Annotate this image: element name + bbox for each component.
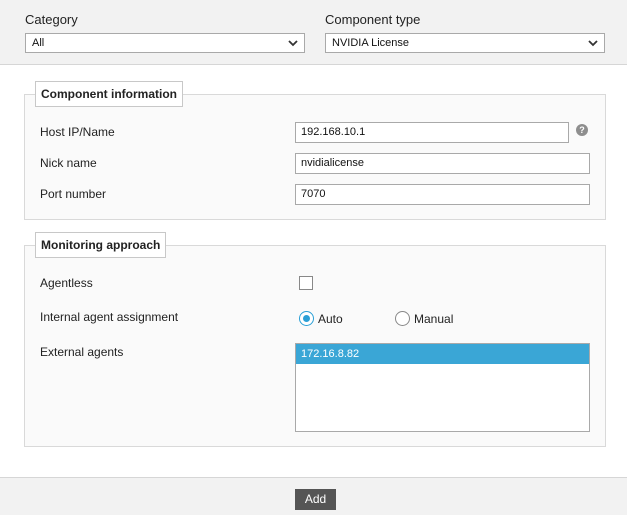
host-label: Host IP/Name <box>40 125 115 139</box>
chevron-down-icon <box>588 40 598 47</box>
category-label: Category <box>25 12 78 27</box>
component-type-value: NVIDIA License <box>332 37 410 49</box>
nick-name-input[interactable]: nvidialicense <box>295 153 590 174</box>
internal-agent-assignment-label: Internal agent assignment <box>40 310 179 324</box>
chevron-down-icon <box>288 40 298 47</box>
help-icon[interactable]: ? <box>576 124 588 136</box>
agentless-label: Agentless <box>40 276 93 290</box>
manual-radio-label[interactable]: Manual <box>414 312 453 326</box>
manual-radio[interactable] <box>395 311 410 326</box>
port-number-label: Port number <box>40 187 107 201</box>
component-type-label: Component type <box>325 12 421 27</box>
host-input[interactable]: 192.168.10.1 <box>295 122 569 143</box>
nick-name-label: Nick name <box>40 156 97 170</box>
auto-radio[interactable] <box>299 311 314 326</box>
component-type-select[interactable]: NVIDIA License <box>325 33 605 53</box>
auto-radio-label[interactable]: Auto <box>318 312 343 326</box>
external-agent-option[interactable]: 172.16.8.82 <box>296 344 589 364</box>
monitoring-approach-title: Monitoring approach <box>35 232 167 258</box>
port-number-input[interactable]: 7070 <box>295 184 590 205</box>
agentless-checkbox[interactable] <box>299 276 313 290</box>
category-select[interactable]: All <box>25 33 305 53</box>
external-agents-listbox[interactable]: 172.16.8.82 <box>295 343 590 432</box>
add-button[interactable]: Add <box>295 489 336 510</box>
component-information-title: Component information <box>35 81 183 107</box>
radio-selected-dot <box>303 315 310 322</box>
category-value: All <box>32 37 45 49</box>
external-agents-label: External agents <box>40 345 124 359</box>
